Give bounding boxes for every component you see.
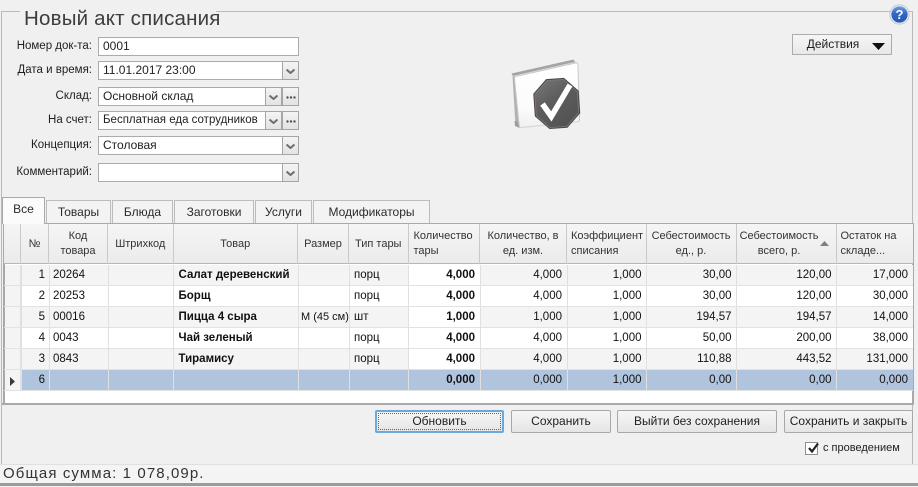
svg-text:?: ? xyxy=(896,7,904,22)
